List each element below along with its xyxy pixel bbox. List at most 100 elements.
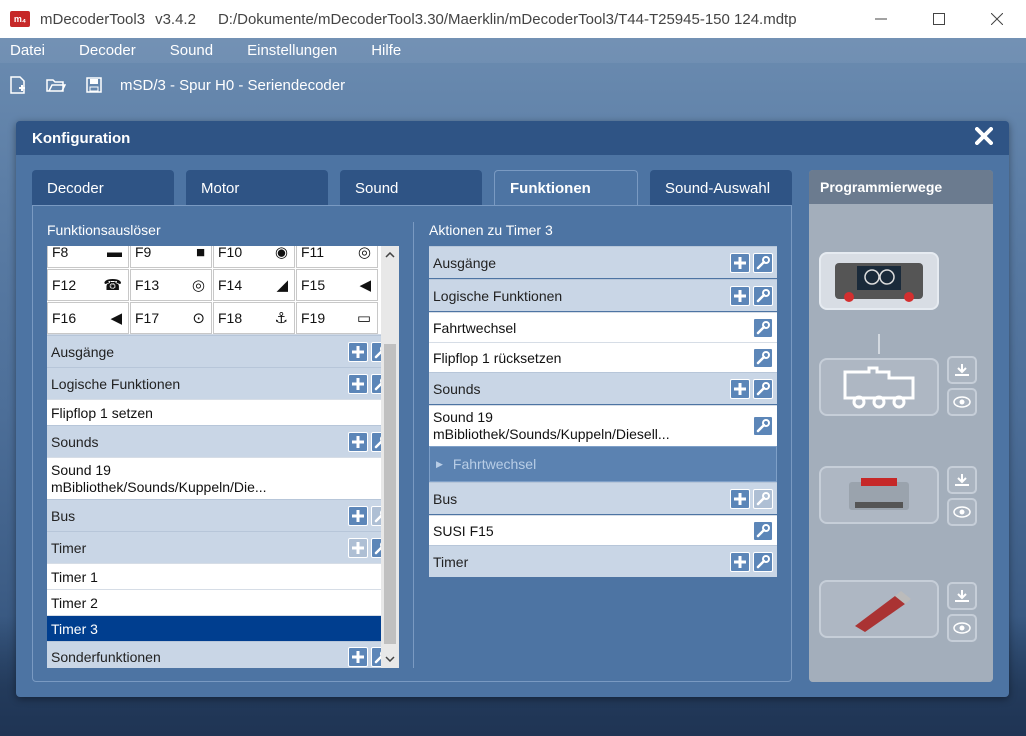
action-section-sounds[interactable]: Sounds xyxy=(429,372,777,404)
plus-icon xyxy=(352,651,364,663)
add-button[interactable] xyxy=(730,378,750,399)
function-key-f12[interactable]: F12 ☎ xyxy=(47,269,129,301)
loco-option[interactable] xyxy=(819,358,939,416)
function-key-f16[interactable]: F16 ◀ xyxy=(47,302,129,334)
central-station-option[interactable] xyxy=(819,252,939,310)
add-button[interactable] xyxy=(348,505,368,526)
action-item-sound[interactable]: Sound 19 mBibliothek/Sounds/Kuppeln/Dies… xyxy=(429,405,777,446)
programmierwege-panel: Programmierwege xyxy=(809,170,993,682)
function-key-f15[interactable]: F15 ◀ xyxy=(296,269,378,301)
function-key-f8[interactable]: F8 ▬ xyxy=(47,246,129,268)
download-icon xyxy=(955,590,969,602)
plus-icon xyxy=(352,509,364,522)
action-section-bus[interactable]: Bus xyxy=(429,482,777,514)
plus-icon xyxy=(734,382,746,395)
new-file-button[interactable] xyxy=(8,75,28,95)
timer-item-2[interactable]: Timer 2 xyxy=(47,589,395,615)
function-key-f10[interactable]: F10 ◉ xyxy=(213,246,295,268)
app-name: mDecoderTool3 xyxy=(40,10,146,28)
loco-view-button[interactable] xyxy=(947,388,977,416)
edit-button[interactable] xyxy=(753,317,773,338)
function-key-f18[interactable]: F18 ⚓ xyxy=(213,302,295,334)
edit-button[interactable] xyxy=(753,416,773,436)
usb-programmer-option[interactable] xyxy=(819,580,939,638)
scroll-down-button[interactable] xyxy=(381,650,399,668)
open-folder-icon xyxy=(46,79,66,92)
scroll-thumb[interactable] xyxy=(384,344,396,644)
section-timer[interactable]: Timer xyxy=(47,531,395,563)
edit-button[interactable] xyxy=(753,488,773,509)
action-section-timer[interactable]: Timer xyxy=(429,545,777,577)
action-item-fahrtwechsel[interactable]: Fahrtwechsel xyxy=(429,312,777,342)
action-sub-item-fahrtwechsel[interactable]: ▶ Fahrtwechsel xyxy=(429,446,777,482)
edit-button[interactable] xyxy=(753,347,773,368)
function-key-f19[interactable]: F19 ▭ xyxy=(296,302,378,334)
menu-hilfe[interactable]: Hilfe xyxy=(361,42,411,59)
action-section-ausgaenge[interactable]: Ausgänge xyxy=(429,246,777,278)
app-version: v3.4.2 xyxy=(155,10,196,28)
save-button[interactable] xyxy=(84,75,104,95)
action-item-flipflop-ruecksetzen[interactable]: Flipflop 1 rücksetzen xyxy=(429,342,777,372)
menu-decoder[interactable]: Decoder xyxy=(69,42,146,59)
action-section-logische-funktionen[interactable]: Logische Funktionen xyxy=(429,279,777,311)
list-item[interactable]: Sound 19 mBibliothek/Sounds/Kuppeln/Die.… xyxy=(47,457,395,499)
edit-button[interactable] xyxy=(753,520,773,541)
menu-einstellungen[interactable]: Einstellungen xyxy=(237,42,347,59)
usb-view-button[interactable] xyxy=(947,614,977,642)
wrench-icon xyxy=(756,381,770,395)
loco-download-button[interactable] xyxy=(947,356,977,384)
close-window-button[interactable] xyxy=(968,0,1026,38)
function-key-f13[interactable]: F13 ◎ xyxy=(130,269,212,301)
section-sounds[interactable]: Sounds xyxy=(47,425,395,457)
action-item-susi-f15[interactable]: SUSI F15 xyxy=(429,515,777,545)
add-button[interactable] xyxy=(348,373,368,394)
dialog-close-button[interactable] xyxy=(973,127,995,149)
add-button[interactable] xyxy=(730,285,750,306)
turtle-icon: ◢ xyxy=(276,277,288,294)
usb-download-button[interactable] xyxy=(947,582,977,610)
edit-button[interactable] xyxy=(753,285,773,306)
tab-sound-auswahl[interactable]: Sound-Auswahl xyxy=(650,170,792,206)
plus-icon xyxy=(352,435,364,448)
timer-item-1[interactable]: Timer 1 xyxy=(47,563,395,589)
file-path: D:/Dokumente/mDecoderTool3.30/Maerklin/m… xyxy=(217,10,797,28)
section-bus[interactable]: Bus xyxy=(47,499,395,531)
decoder-tester-icon xyxy=(849,478,909,510)
add-button[interactable] xyxy=(348,647,368,667)
open-file-button[interactable] xyxy=(46,75,66,95)
section-ausgaenge[interactable]: Ausgänge xyxy=(47,335,395,367)
add-button[interactable] xyxy=(730,551,750,572)
list-item[interactable]: Flipflop 1 setzen xyxy=(47,399,395,425)
section-logische-funktionen[interactable]: Logische Funktionen xyxy=(47,367,395,399)
menu-sound[interactable]: Sound xyxy=(160,42,223,59)
tab-funktionen[interactable]: Funktionen xyxy=(494,170,638,206)
function-key-f11[interactable]: F11 ◎ xyxy=(296,246,378,268)
tab-decoder[interactable]: Decoder xyxy=(32,170,174,206)
eye-icon xyxy=(953,396,971,408)
radio-icon: ◎ xyxy=(357,246,371,261)
minimize-button[interactable] xyxy=(852,0,910,38)
scroll-up-button[interactable] xyxy=(381,246,399,264)
edit-button[interactable] xyxy=(753,551,773,572)
tester-download-button[interactable] xyxy=(947,466,977,494)
add-button[interactable] xyxy=(348,537,368,558)
edit-button[interactable] xyxy=(753,252,773,273)
menu-datei[interactable]: Datei xyxy=(0,42,55,59)
section-sonderfunktionen[interactable]: Sonderfunktionen xyxy=(47,641,395,668)
decoder-tester-option[interactable] xyxy=(819,466,939,524)
timer-item-3[interactable]: Timer 3 xyxy=(47,615,395,641)
tester-view-button[interactable] xyxy=(947,498,977,526)
maximize-button[interactable] xyxy=(910,0,968,38)
function-key-f9[interactable]: F9 ■ xyxy=(130,246,212,268)
function-key-f17[interactable]: F17 ⊙ xyxy=(130,302,212,334)
tab-sound[interactable]: Sound xyxy=(340,170,482,206)
trigger-list-scrollbar[interactable] xyxy=(381,246,399,668)
edit-button[interactable] xyxy=(753,378,773,399)
function-key-f14[interactable]: F14 ◢ xyxy=(213,269,295,301)
tab-motor[interactable]: Motor xyxy=(186,170,328,206)
add-button[interactable] xyxy=(730,488,750,509)
toolbar: mSD/3 - Spur H0 - Seriendecoder xyxy=(0,70,345,100)
add-button[interactable] xyxy=(348,341,368,362)
add-button[interactable] xyxy=(348,431,368,452)
add-button[interactable] xyxy=(730,252,750,273)
